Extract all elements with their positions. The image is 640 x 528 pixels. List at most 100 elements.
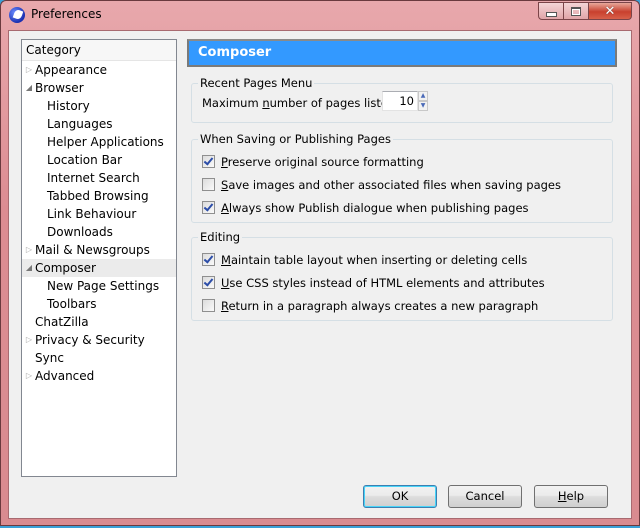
category-item-label: Internet Search (47, 171, 140, 185)
category-item-composer[interactable]: ◢ Composer (22, 259, 176, 277)
label-part: umber of pages listed: (269, 96, 400, 110)
minimize-button[interactable] (538, 2, 564, 20)
checkbox-unchecked[interactable] (202, 299, 215, 312)
minimize-icon (545, 11, 557, 17)
editing-legend: Editing (198, 230, 243, 244)
maximize-icon (571, 6, 581, 16)
category-item-location-bar[interactable]: Location Bar (22, 151, 176, 169)
category-item-mail-newsgroups[interactable]: ▷ Mail & Newsgroups (22, 241, 176, 259)
maximize-button[interactable] (564, 2, 589, 20)
category-item-label: Downloads (47, 225, 113, 239)
checkbox-label: aintain table layout when inserting or d… (230, 253, 528, 267)
title-bar[interactable]: Preferences ✕ (1, 1, 639, 29)
category-item-label: Mail & Newsgroups (35, 243, 150, 257)
category-item-toolbars[interactable]: Toolbars (22, 295, 176, 313)
category-item-label: Advanced (35, 369, 95, 383)
saving-publishing-legend: When Saving or Publishing Pages (198, 132, 393, 146)
category-item-label: New Page Settings (47, 279, 160, 293)
category-item-label: Location Bar (47, 153, 123, 167)
category-item-label: Privacy & Security (35, 333, 145, 347)
checkbox-unchecked[interactable] (202, 178, 215, 191)
category-item-label: ChatZilla (35, 315, 89, 329)
checkbox-option[interactable]: Always show Publish dialogue when publis… (202, 200, 529, 216)
category-item-label: Languages (47, 117, 113, 131)
category-item-browser[interactable]: ◢ Browser (22, 79, 176, 97)
category-item-label: Composer (35, 261, 96, 275)
category-item-chatzilla[interactable]: ChatZilla (22, 313, 176, 331)
max-pages-label: Maximum number of pages listed: (202, 95, 399, 111)
category-item-label: History (47, 99, 90, 113)
recent-pages-group: Recent Pages Menu Maximum number of page… (191, 76, 613, 123)
collapsed-twisty-icon[interactable]: ▷ (25, 241, 33, 259)
dialog-client-area: Category ▷ Appearance ◢ Browser History Langu… (8, 30, 632, 519)
collapsed-twisty-icon[interactable]: ▷ (25, 331, 33, 349)
max-pages-input[interactable]: 10 (382, 91, 418, 111)
category-item-label: Browser (35, 81, 84, 95)
collapsed-twisty-icon[interactable]: ▷ (25, 61, 33, 79)
category-item-internet-search[interactable]: Internet Search (22, 169, 176, 187)
spin-buttons: ▲ ▼ (418, 91, 428, 111)
checkbox-label: ave images and other associated files wh… (228, 178, 561, 192)
max-pages-spinner: 10 ▲ ▼ (382, 91, 428, 111)
label-part: elp (566, 489, 585, 503)
category-column-header[interactable]: Category (22, 40, 176, 61)
spin-down-button[interactable]: ▼ (418, 101, 428, 111)
close-button[interactable]: ✕ (589, 2, 632, 20)
category-item-advanced[interactable]: ▷ Advanced (22, 367, 176, 385)
category-item-history[interactable]: History (22, 97, 176, 115)
checkbox-option[interactable]: Use CSS styles instead of HTML elements … (202, 275, 545, 291)
category-item-label: Appearance (35, 63, 108, 77)
window-title: Preferences (31, 7, 102, 21)
expanded-twisty-icon[interactable]: ◢ (25, 259, 33, 277)
pane-title: Composer (187, 39, 617, 67)
recent-pages-legend: Recent Pages Menu (198, 76, 315, 90)
help-button[interactable]: Help (534, 485, 608, 508)
preferences-window: Preferences ✕ Category ▷ Appearance ◢ Brows… (0, 0, 640, 526)
category-item-label: Link Behaviour (47, 207, 137, 221)
checkbox-option[interactable]: Return in a paragraph always creates a n… (202, 298, 538, 314)
collapsed-twisty-icon[interactable]: ▷ (25, 367, 33, 385)
saving-publishing-group: When Saving or Publishing Pages Preserve… (191, 132, 613, 223)
seamonkey-app-icon (9, 7, 25, 23)
accesskey: H (557, 489, 567, 503)
checkbox-label: eturn in a paragraph always creates a ne… (228, 299, 539, 313)
category-item-privacy-security[interactable]: ▷ Privacy & Security (22, 331, 176, 349)
checkbox-label: se CSS styles instead of HTML elements a… (229, 276, 545, 290)
accesskey: A (221, 201, 229, 215)
category-item-label: Tabbed Browsing (47, 189, 149, 203)
category-item-label: Sync (35, 351, 64, 365)
ok-button[interactable]: OK (363, 485, 437, 508)
editing-group: Editing Maintain table layout when inser… (191, 230, 613, 321)
preferences-pane: Composer Recent Pages Menu Maximum numbe… (187, 39, 617, 321)
label-part: Maximum (202, 96, 263, 110)
checkbox-label: lways show Publish dialogue when publish… (228, 201, 529, 215)
caption-buttons: ✕ (538, 2, 632, 20)
category-item-new-page-settings[interactable]: New Page Settings (22, 277, 176, 295)
checkbox-option[interactable]: Save images and other associated files w… (202, 177, 561, 193)
category-tree[interactable]: Category ▷ Appearance ◢ Browser History Langu… (21, 39, 177, 477)
close-icon: ✕ (604, 3, 616, 19)
category-item-label: Toolbars (47, 297, 97, 311)
category-item-appearance[interactable]: ▷ Appearance (22, 61, 176, 79)
accesskey: P (221, 155, 228, 169)
category-item-downloads[interactable]: Downloads (22, 223, 176, 241)
checkbox-label: reserve original source formatting (227, 155, 424, 169)
category-item-label: Helper Applications (47, 135, 164, 149)
category-item-helper-applications[interactable]: Helper Applications (22, 133, 176, 151)
category-item-tabbed-browsing[interactable]: Tabbed Browsing (22, 187, 176, 205)
checkbox-checked[interactable] (202, 253, 215, 266)
checkbox-checked[interactable] (202, 276, 215, 289)
cancel-button[interactable]: Cancel (448, 485, 522, 508)
checkbox-option[interactable]: Preserve original source formatting (202, 154, 424, 170)
accesskey: n (262, 96, 270, 110)
category-item-sync[interactable]: Sync (22, 349, 176, 367)
expanded-twisty-icon[interactable]: ◢ (25, 79, 33, 97)
category-item-languages[interactable]: Languages (22, 115, 176, 133)
category-tree-items: ▷ Appearance ◢ Browser History Languages Helpe… (22, 61, 176, 385)
category-item-link-behaviour[interactable]: Link Behaviour (22, 205, 176, 223)
checkbox-checked[interactable] (202, 201, 215, 214)
accesskey: M (221, 253, 231, 267)
checkbox-checked[interactable] (202, 155, 215, 168)
checkbox-option[interactable]: Maintain table layout when inserting or … (202, 252, 527, 268)
spin-up-button[interactable]: ▲ (418, 91, 428, 101)
